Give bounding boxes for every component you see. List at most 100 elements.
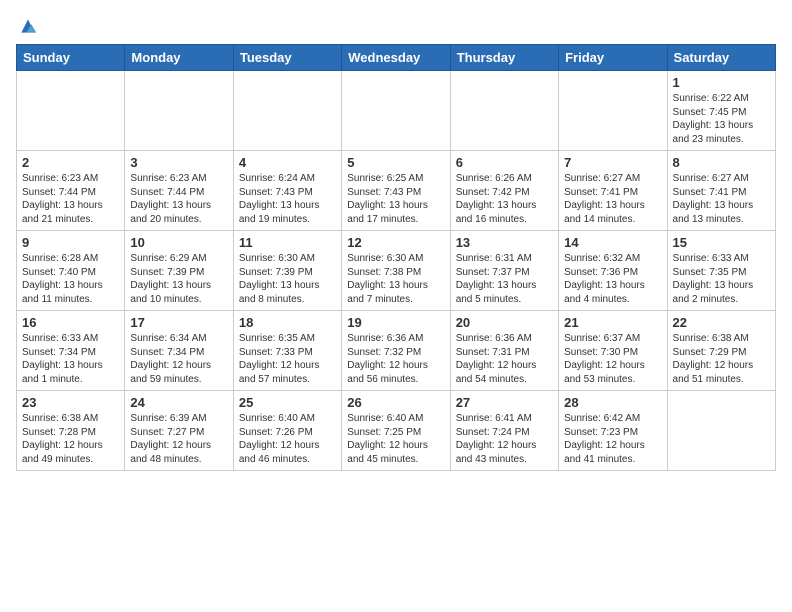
day-info: Sunrise: 6:29 AM Sunset: 7:39 PM Dayligh… xyxy=(130,252,227,306)
day-info: Sunrise: 6:33 AM Sunset: 7:34 PM Dayligh… xyxy=(22,332,119,386)
day-number: 25 xyxy=(239,395,336,410)
week-row-5: 23 Sunrise: 6:38 AM Sunset: 7:28 PM Dayli… xyxy=(17,391,776,471)
day-number: 12 xyxy=(347,235,444,250)
day-number: 7 xyxy=(564,155,661,170)
day-number: 24 xyxy=(130,395,227,410)
day-info: Sunrise: 6:25 AM Sunset: 7:43 PM Dayligh… xyxy=(347,172,444,226)
day-number: 17 xyxy=(130,315,227,330)
day-info: Sunrise: 6:22 AM Sunset: 7:45 PM Dayligh… xyxy=(673,92,770,146)
day-cell: 8 Sunrise: 6:27 AM Sunset: 7:41 PM Daylig… xyxy=(667,151,775,231)
day-cell: 15 Sunrise: 6:33 AM Sunset: 7:35 PM Dayli… xyxy=(667,231,775,311)
day-info: Sunrise: 6:23 AM Sunset: 7:44 PM Dayligh… xyxy=(130,172,227,226)
day-cell: 13 Sunrise: 6:31 AM Sunset: 7:37 PM Dayli… xyxy=(450,231,558,311)
weekday-header-monday: Monday xyxy=(125,45,233,71)
week-row-1: 1 Sunrise: 6:22 AM Sunset: 7:45 PM Daylig… xyxy=(17,71,776,151)
day-cell: 23 Sunrise: 6:38 AM Sunset: 7:28 PM Dayli… xyxy=(17,391,125,471)
day-cell: 10 Sunrise: 6:29 AM Sunset: 7:39 PM Dayli… xyxy=(125,231,233,311)
logo xyxy=(16,16,38,36)
weekday-header-row: SundayMondayTuesdayWednesdayThursdayFrid… xyxy=(17,45,776,71)
day-info: Sunrise: 6:36 AM Sunset: 7:31 PM Dayligh… xyxy=(456,332,553,386)
day-cell: 24 Sunrise: 6:39 AM Sunset: 7:27 PM Dayli… xyxy=(125,391,233,471)
day-cell: 27Sunrise: 6:41 AM Sunset: 7:24 PM Dayli… xyxy=(450,391,558,471)
calendar-table: SundayMondayTuesdayWednesdayThursdayFrid… xyxy=(16,44,776,471)
day-number: 14 xyxy=(564,235,661,250)
weekday-header-wednesday: Wednesday xyxy=(342,45,450,71)
day-info: Sunrise: 6:24 AM Sunset: 7:43 PM Dayligh… xyxy=(239,172,336,226)
day-number: 28 xyxy=(564,395,661,410)
day-number: 5 xyxy=(347,155,444,170)
day-info: Sunrise: 6:38 AM Sunset: 7:29 PM Dayligh… xyxy=(673,332,770,386)
day-number: 16 xyxy=(22,315,119,330)
day-cell: 3 Sunrise: 6:23 AM Sunset: 7:44 PM Daylig… xyxy=(125,151,233,231)
day-info: Sunrise: 6:26 AM Sunset: 7:42 PM Dayligh… xyxy=(456,172,553,226)
day-number: 11 xyxy=(239,235,336,250)
day-number: 6 xyxy=(456,155,553,170)
day-number: 1 xyxy=(673,75,770,90)
weekday-header-friday: Friday xyxy=(559,45,667,71)
day-info: Sunrise: 6:40 AM Sunset: 7:25 PM Dayligh… xyxy=(347,412,444,466)
day-number: 13 xyxy=(456,235,553,250)
day-cell xyxy=(559,71,667,151)
day-number: 26 xyxy=(347,395,444,410)
day-cell: 18Sunrise: 6:35 AM Sunset: 7:33 PM Dayli… xyxy=(233,311,341,391)
day-cell: 16 Sunrise: 6:33 AM Sunset: 7:34 PM Dayli… xyxy=(17,311,125,391)
day-cell: 17 Sunrise: 6:34 AM Sunset: 7:34 PM Dayli… xyxy=(125,311,233,391)
day-info: Sunrise: 6:39 AM Sunset: 7:27 PM Dayligh… xyxy=(130,412,227,466)
day-cell: 14 Sunrise: 6:32 AM Sunset: 7:36 PM Dayli… xyxy=(559,231,667,311)
day-number: 3 xyxy=(130,155,227,170)
day-cell: 26 Sunrise: 6:40 AM Sunset: 7:25 PM Dayli… xyxy=(342,391,450,471)
day-cell xyxy=(233,71,341,151)
day-cell: 12 Sunrise: 6:30 AM Sunset: 7:38 PM Dayli… xyxy=(342,231,450,311)
day-info: Sunrise: 6:37 AM Sunset: 7:30 PM Dayligh… xyxy=(564,332,661,386)
day-number: 10 xyxy=(130,235,227,250)
day-number: 4 xyxy=(239,155,336,170)
week-row-2: 2 Sunrise: 6:23 AM Sunset: 7:44 PM Daylig… xyxy=(17,151,776,231)
day-cell: 21 Sunrise: 6:37 AM Sunset: 7:30 PM Dayli… xyxy=(559,311,667,391)
day-number: 21 xyxy=(564,315,661,330)
day-number: 8 xyxy=(673,155,770,170)
header xyxy=(16,16,776,36)
day-info: Sunrise: 6:42 AM Sunset: 7:23 PM Dayligh… xyxy=(564,412,661,466)
day-info: Sunrise: 6:32 AM Sunset: 7:36 PM Dayligh… xyxy=(564,252,661,306)
logo-icon xyxy=(18,16,38,36)
weekday-header-saturday: Saturday xyxy=(667,45,775,71)
day-info: Sunrise: 6:30 AM Sunset: 7:38 PM Dayligh… xyxy=(347,252,444,306)
day-cell: 1 Sunrise: 6:22 AM Sunset: 7:45 PM Daylig… xyxy=(667,71,775,151)
day-cell xyxy=(17,71,125,151)
day-number: 18 xyxy=(239,315,336,330)
day-cell: 25 Sunrise: 6:40 AM Sunset: 7:26 PM Dayli… xyxy=(233,391,341,471)
weekday-header-tuesday: Tuesday xyxy=(233,45,341,71)
day-cell: 7 Sunrise: 6:27 AM Sunset: 7:41 PM Daylig… xyxy=(559,151,667,231)
day-cell: 11 Sunrise: 6:30 AM Sunset: 7:39 PM Dayli… xyxy=(233,231,341,311)
day-number: 19 xyxy=(347,315,444,330)
day-info: Sunrise: 6:31 AM Sunset: 7:37 PM Dayligh… xyxy=(456,252,553,306)
day-cell: 9 Sunrise: 6:28 AM Sunset: 7:40 PM Daylig… xyxy=(17,231,125,311)
day-info: Sunrise: 6:36 AM Sunset: 7:32 PM Dayligh… xyxy=(347,332,444,386)
day-cell xyxy=(342,71,450,151)
weekday-header-thursday: Thursday xyxy=(450,45,558,71)
day-number: 20 xyxy=(456,315,553,330)
day-cell: 19 Sunrise: 6:36 AM Sunset: 7:32 PM Dayli… xyxy=(342,311,450,391)
day-info: Sunrise: 6:27 AM Sunset: 7:41 PM Dayligh… xyxy=(673,172,770,226)
week-row-4: 16 Sunrise: 6:33 AM Sunset: 7:34 PM Dayli… xyxy=(17,311,776,391)
day-info: Sunrise: 6:40 AM Sunset: 7:26 PM Dayligh… xyxy=(239,412,336,466)
day-cell: 6 Sunrise: 6:26 AM Sunset: 7:42 PM Daylig… xyxy=(450,151,558,231)
day-number: 27 xyxy=(456,395,553,410)
day-info: Sunrise: 6:38 AM Sunset: 7:28 PM Dayligh… xyxy=(22,412,119,466)
day-number: 15 xyxy=(673,235,770,250)
day-info: Sunrise: 6:23 AM Sunset: 7:44 PM Dayligh… xyxy=(22,172,119,226)
day-cell: 2 Sunrise: 6:23 AM Sunset: 7:44 PM Daylig… xyxy=(17,151,125,231)
day-number: 2 xyxy=(22,155,119,170)
day-cell xyxy=(450,71,558,151)
day-number: 9 xyxy=(22,235,119,250)
day-info: Sunrise: 6:28 AM Sunset: 7:40 PM Dayligh… xyxy=(22,252,119,306)
day-info: Sunrise: 6:27 AM Sunset: 7:41 PM Dayligh… xyxy=(564,172,661,226)
day-info: Sunrise: 6:33 AM Sunset: 7:35 PM Dayligh… xyxy=(673,252,770,306)
day-cell: 22Sunrise: 6:38 AM Sunset: 7:29 PM Dayli… xyxy=(667,311,775,391)
day-cell: 5 Sunrise: 6:25 AM Sunset: 7:43 PM Daylig… xyxy=(342,151,450,231)
day-cell: 4 Sunrise: 6:24 AM Sunset: 7:43 PM Daylig… xyxy=(233,151,341,231)
day-info: Sunrise: 6:34 AM Sunset: 7:34 PM Dayligh… xyxy=(130,332,227,386)
day-cell: 28 Sunrise: 6:42 AM Sunset: 7:23 PM Dayli… xyxy=(559,391,667,471)
day-number: 23 xyxy=(22,395,119,410)
day-info: Sunrise: 6:30 AM Sunset: 7:39 PM Dayligh… xyxy=(239,252,336,306)
